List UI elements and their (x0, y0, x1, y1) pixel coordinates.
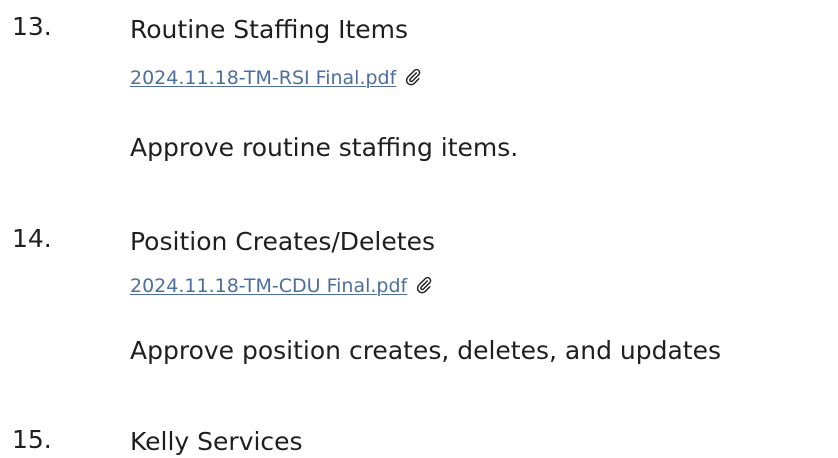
item-title: Routine Staffing Items (130, 15, 409, 44)
attachment-row: 2024.11.18-TM-RSI Final.pdf (130, 66, 422, 92)
paperclip-icon[interactable] (404, 68, 422, 92)
item-number: 13. (12, 12, 52, 41)
attachment-link[interactable]: 2024.11.18-TM-RSI Final.pdf (130, 67, 396, 89)
item-number: 14. (12, 224, 52, 253)
item-description: Approve position creates, deletes, and u… (130, 336, 722, 365)
item-number: 15. (12, 425, 52, 454)
attachment-link[interactable]: 2024.11.18-TM-CDU Final.pdf (130, 275, 407, 297)
attachment-row: 2024.11.18-TM-CDU Final.pdf (130, 274, 433, 300)
item-title: Position Creates/Deletes (130, 227, 435, 256)
item-description: Approve routine staffing items. (130, 133, 519, 162)
paperclip-icon[interactable] (415, 276, 433, 300)
item-title: Kelly Services (130, 427, 303, 456)
